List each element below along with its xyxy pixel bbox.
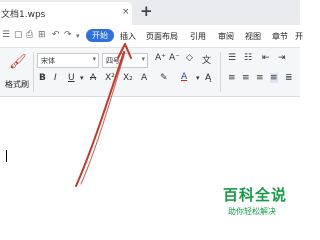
watermark-logo: 百科全说 助你轻松解决 bbox=[223, 184, 295, 220]
watermark-title: 百科全说 bbox=[223, 186, 288, 204]
watermark-subtitle: 助你轻松解决 bbox=[228, 207, 276, 216]
